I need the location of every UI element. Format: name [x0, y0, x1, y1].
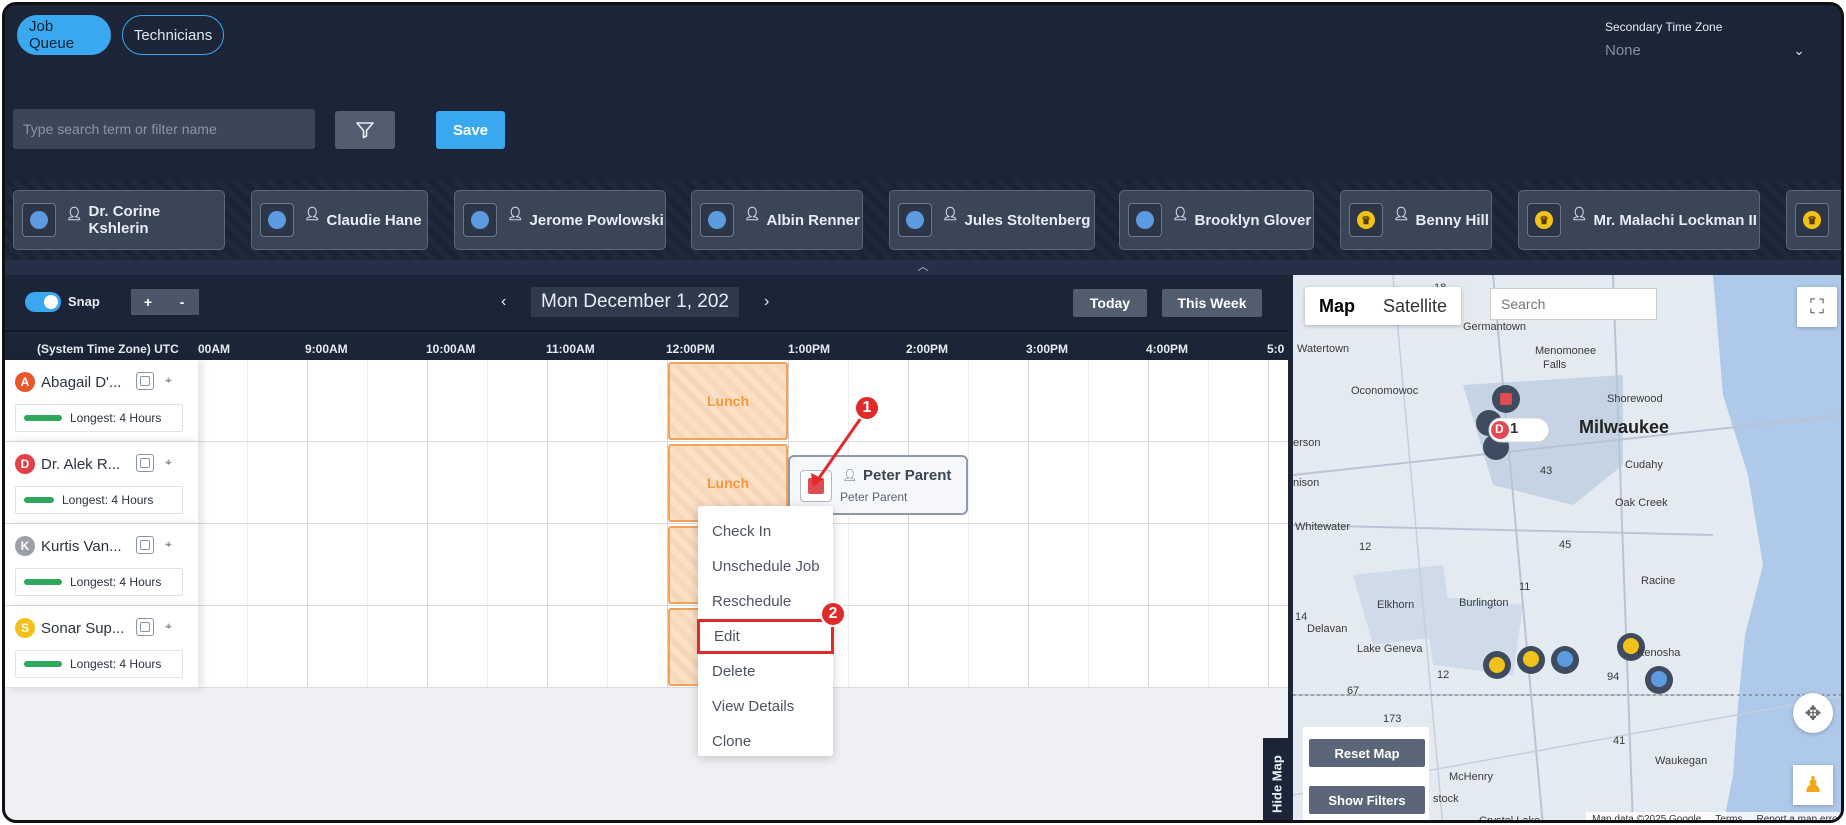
annotation-arrow — [811, 414, 865, 487]
annotation-badge: 2 — [820, 601, 846, 627]
annotation-badge: 1 — [854, 395, 880, 421]
app-frame: Job Queue Technicians Secondary Time Zon… — [2, 2, 1844, 823]
